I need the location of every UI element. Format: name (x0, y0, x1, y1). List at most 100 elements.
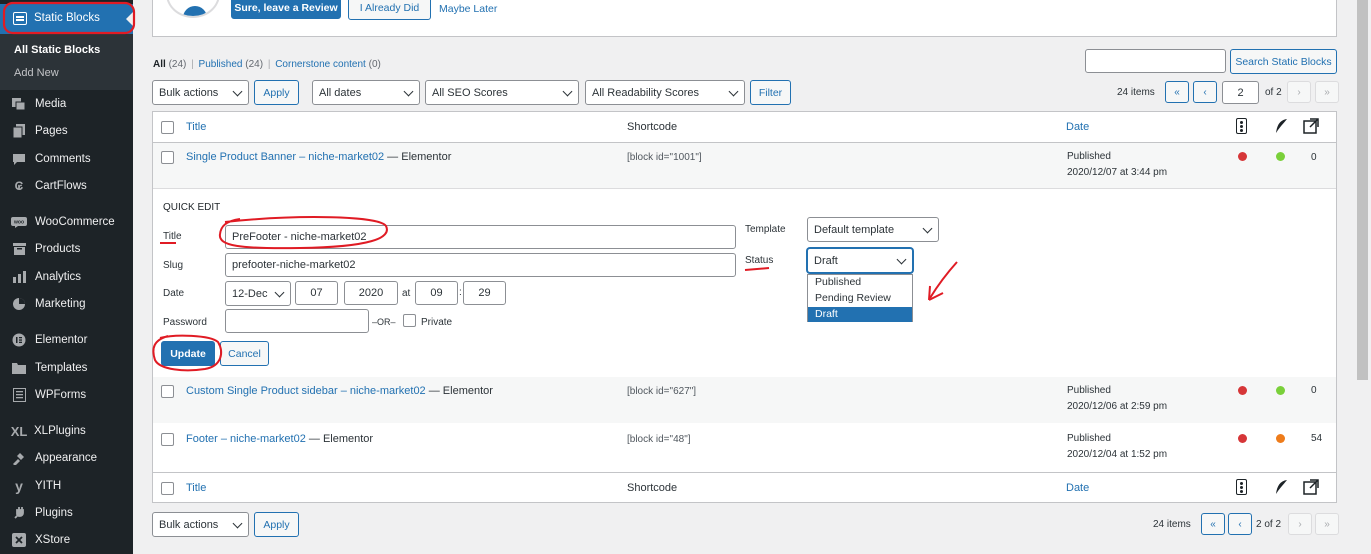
already-did-button[interactable]: I Already Did (348, 0, 431, 20)
sidebar-item-yith[interactable]: y YITH (0, 473, 133, 499)
sidebar-item-comments[interactable]: Comments (0, 146, 133, 172)
update-button[interactable]: Update (161, 341, 215, 366)
column-title-header[interactable]: Title (186, 121, 206, 133)
submenu-add-new[interactable]: Add New (14, 67, 59, 79)
chevron-down-icon (896, 254, 907, 265)
select-all-checkbox[interactable] (161, 121, 174, 134)
apply-button[interactable]: Apply (254, 80, 299, 105)
readability-scores-value: All Readability Scores (592, 86, 699, 99)
row-links-count: 0 (1311, 152, 1317, 163)
row-checkbox[interactable] (161, 385, 174, 398)
prev-page-button-bottom[interactable]: ‹ (1228, 513, 1252, 535)
sidebar-item-static-blocks[interactable]: Static Blocks (0, 4, 133, 34)
day-field[interactable]: 07 (295, 281, 338, 305)
bulk-actions-select[interactable]: Bulk actions (152, 80, 249, 105)
first-page-button[interactable]: « (1165, 81, 1189, 103)
private-label: Private (421, 317, 453, 328)
sidebar-item-cartflows[interactable]: ₢ CartFlows (0, 173, 133, 199)
readability-score-icon (1276, 119, 1287, 133)
row-checkbox[interactable] (161, 151, 174, 164)
sidebar-item-label: Products (35, 243, 81, 255)
view-all-count: (24) (168, 59, 187, 70)
status-option-draft[interactable]: Draft (808, 307, 912, 322)
sidebar-item-analytics[interactable]: Analytics (0, 264, 133, 290)
select-all-checkbox-bottom[interactable] (161, 482, 174, 495)
or-label: –OR– (372, 317, 396, 327)
scrollbar-thumb[interactable] (1357, 0, 1368, 380)
yith-icon: y (15, 478, 23, 494)
sidebar-item-pages[interactable]: Pages (0, 118, 133, 144)
status-select[interactable]: Draft (807, 248, 913, 273)
column-shortcode-footer: Shortcode (627, 482, 678, 494)
sidebar-item-appearance[interactable]: Appearance (0, 445, 133, 471)
column-date-footer[interactable]: Date (1066, 482, 1089, 494)
first-page-button-bottom[interactable]: « (1201, 513, 1225, 535)
year-field[interactable]: 2020 (344, 281, 398, 305)
filter-button[interactable]: Filter (750, 80, 791, 105)
sidebar-item-label: Appearance (35, 452, 98, 464)
row-title-link[interactable]: Single Product Banner – niche-market02 (186, 151, 384, 163)
status-option-published[interactable]: Published (808, 275, 912, 291)
table-row (153, 423, 1336, 471)
sidebar-item-label: Media (35, 98, 67, 110)
submenu-all-static-blocks[interactable]: All Static Blocks (14, 44, 100, 56)
marketing-icon (11, 296, 27, 312)
sidebar-submenu: All Static Blocks Add New (0, 34, 133, 90)
readability-score-icon (1276, 480, 1287, 494)
leave-review-button[interactable]: Sure, leave a Review (231, 0, 341, 19)
maybe-later-link[interactable]: Maybe Later (439, 3, 497, 15)
sidebar-item-woocommerce[interactable]: woo WooCommerce (0, 209, 133, 235)
sidebar-item-templates[interactable]: Templates (0, 355, 133, 381)
sidebar-item-label: YITH (35, 480, 62, 492)
status-option-pending-review[interactable]: Pending Review (808, 291, 912, 307)
title-field[interactable]: PreFooter - niche-market02 (225, 225, 736, 249)
dates-select[interactable]: All dates (312, 80, 420, 105)
search-button[interactable]: Search Static Blocks (1230, 49, 1337, 74)
chevron-down-icon (403, 86, 414, 97)
slug-field[interactable]: prefooter-niche-market02 (225, 253, 736, 277)
view-published[interactable]: Published (199, 59, 243, 70)
cancel-button[interactable]: Cancel (220, 341, 269, 366)
separator: | (191, 59, 194, 70)
internal-links-icon (1303, 118, 1319, 134)
sidebar-item-elementor[interactable]: Elementor (0, 327, 133, 353)
sidebar-item-marketing[interactable]: Marketing (0, 291, 133, 317)
prev-page-button[interactable]: ‹ (1193, 81, 1217, 103)
scrollbar-track[interactable] (1354, 0, 1371, 554)
minute-field[interactable]: 29 (463, 281, 506, 305)
private-checkbox[interactable] (403, 314, 416, 327)
view-all[interactable]: All (153, 59, 166, 70)
sidebar-item-media[interactable]: Media (0, 91, 133, 117)
seo-scores-select[interactable]: All SEO Scores (425, 80, 579, 105)
sidebar-item-wpforms[interactable]: WPForms (0, 382, 133, 408)
chevron-down-icon (232, 518, 243, 529)
admin-sidebar: Static Blocks All Static Blocks Add New … (0, 0, 133, 554)
view-cornerstone[interactable]: Cornerstone content (275, 59, 366, 70)
row-title-link[interactable]: Custom Single Product sidebar – niche-ma… (186, 385, 426, 397)
row-status: Published (1067, 151, 1111, 162)
column-date-header[interactable]: Date (1066, 121, 1089, 133)
hour-field[interactable]: 09 (415, 281, 458, 305)
sidebar-item-xstore[interactable]: XStore (0, 527, 133, 553)
month-select[interactable]: 12-Dec (225, 281, 291, 306)
row-checkbox[interactable] (161, 433, 174, 446)
row-title-link[interactable]: Footer – niche-market02 (186, 433, 306, 445)
items-count-bottom: 24 items (1153, 519, 1191, 530)
sidebar-item-label: Templates (35, 362, 88, 374)
template-select[interactable]: Default template (807, 217, 939, 242)
search-input[interactable] (1085, 49, 1226, 73)
readability-scores-select[interactable]: All Readability Scores (585, 80, 745, 105)
row-links-count: 0 (1311, 385, 1317, 396)
sidebar-item-label: Pages (35, 125, 68, 137)
column-title-footer[interactable]: Title (186, 482, 206, 494)
sidebar-item-label: Analytics (35, 271, 82, 283)
sidebar-item-products[interactable]: Products (0, 236, 133, 262)
sidebar-item-plugins[interactable]: Plugins (0, 500, 133, 526)
password-field[interactable] (225, 309, 369, 333)
internal-links-icon (1303, 479, 1319, 495)
sidebar-item-xlplugins[interactable]: XL XLPlugins (0, 418, 133, 444)
apply-button-bottom[interactable]: Apply (254, 512, 299, 537)
row-title: Footer – niche-market02 — Elementor (186, 433, 373, 445)
bulk-actions-select-bottom[interactable]: Bulk actions (152, 512, 249, 537)
current-page-input[interactable]: 2 (1222, 81, 1259, 104)
